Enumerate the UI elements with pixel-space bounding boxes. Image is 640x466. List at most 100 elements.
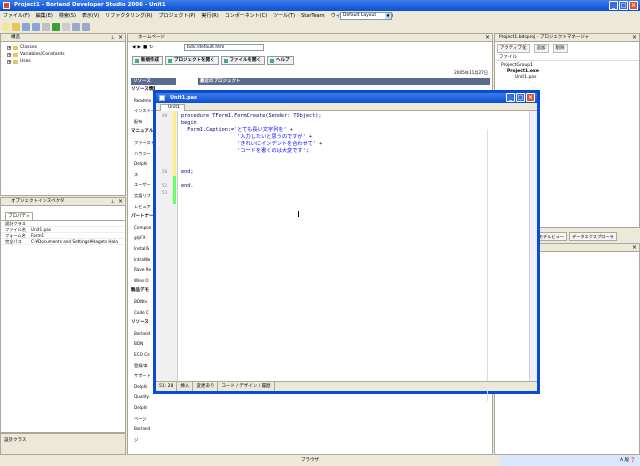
add-button[interactable]: 追加 [533, 44, 549, 53]
open-file-button[interactable]: ファイルを開く [220, 56, 265, 65]
change-bar-modified [173, 111, 176, 176]
help-button[interactable]: ヘルプ [267, 56, 294, 65]
menu-item[interactable]: コンポーネント(C) [222, 11, 270, 21]
property-value[interactable]: Form1 [31, 233, 125, 238]
refresh-icon[interactable]: ↻ [149, 43, 153, 52]
save-all-icon[interactable] [32, 22, 40, 31]
new-file-icon[interactable] [2, 22, 10, 31]
ime-icon[interactable]: A 般 ❓ [620, 458, 636, 463]
code-line[interactable]: end. [181, 183, 194, 190]
maximize-button[interactable]: □ [619, 1, 628, 10]
projmgr-node-unit[interactable]: Unit1.pas [515, 75, 536, 81]
structure-pane: 構造 ⊥ × + Classes + Variables/Constants + Uses [0, 33, 126, 196]
pin-icon[interactable]: ⊥ [111, 198, 115, 206]
tree-item[interactable]: + Variables/Constants [1, 51, 125, 58]
tree-item[interactable]: + Uses [1, 58, 125, 65]
code-line[interactable]: 'コードを書くのは大変です'; [181, 148, 309, 155]
resource-link[interactable]: Delphi [134, 404, 158, 411]
property-value[interactable] [31, 221, 125, 226]
editor-icon [159, 95, 165, 101]
close-icon[interactable]: × [632, 244, 637, 252]
back-icon[interactable]: ◀ [132, 43, 135, 52]
inspector-status-text: 設計クラス [4, 438, 27, 443]
resource-link[interactable]: Borland [134, 425, 158, 432]
close-button[interactable]: × [629, 1, 638, 10]
close-icon[interactable]: × [118, 198, 123, 206]
menu-item[interactable]: 実行(R) [198, 11, 221, 21]
activate-button[interactable]: アクティブ化 [497, 44, 530, 53]
expand-icon[interactable]: + [7, 52, 11, 57]
code-line[interactable]: end; [181, 169, 194, 176]
tree-item[interactable]: + Classes [1, 44, 125, 51]
code-token: end. [181, 183, 194, 189]
menu-item[interactable]: プロジェクト(P) [155, 11, 198, 21]
code-line[interactable]: Form1.Caption:='とても長い文字列を' + [181, 127, 293, 134]
section-subheading: リソース [131, 320, 149, 326]
resource-link[interactable]: ジ [134, 436, 158, 443]
property-value[interactable]: C:¥Documents and Settings¥Hagets Hala [31, 239, 125, 244]
menu-item[interactable]: ファイル(F) [0, 11, 33, 21]
change-bar-saved [173, 176, 176, 204]
expand-icon[interactable]: + [7, 45, 11, 50]
pause-icon[interactable] [62, 22, 70, 31]
menu-item[interactable]: リファクタリング(R) [102, 11, 155, 21]
save-icon[interactable] [22, 22, 30, 31]
open-project-button[interactable]: プロジェクトを開く [165, 56, 219, 65]
editor-minimize-button[interactable]: _ [506, 93, 515, 102]
menu-item[interactable]: 編集(E) [33, 11, 56, 21]
projmgr-file-header: ファイル [495, 54, 639, 61]
expand-icon[interactable]: + [7, 59, 11, 64]
code-line[interactable]: '入力したいと思うのですが' + [181, 134, 312, 141]
menu-item[interactable]: 表示(V) [79, 11, 102, 21]
code-line[interactable]: begin [181, 120, 197, 127]
code-line[interactable]: procedure TForm1.FormCreate(Sender: TObj… [181, 113, 322, 120]
projmgr-title: Project1.bdsproj - プロジェクトマネージャ [499, 35, 590, 40]
tab-model-view[interactable]: モデルビュー [535, 232, 567, 241]
property-row[interactable]: 完全パス C:¥Documents and Settings¥Hagets Hal… [1, 239, 125, 245]
menu-item[interactable]: 検索(S) [56, 11, 79, 21]
tab-data-explorer[interactable]: データエクスプローラ [568, 232, 617, 241]
minimize-button[interactable]: _ [609, 1, 618, 10]
welcome-date: 2005年11月27日 [454, 70, 488, 75]
open-folder-icon[interactable] [12, 22, 20, 31]
app-icon [3, 2, 10, 9]
tab-welcome[interactable]: ホームページ [138, 35, 165, 40]
line-number: 40 [162, 113, 168, 118]
address-input[interactable]: bds:/default.htm [184, 44, 264, 51]
code-token: procedure [181, 113, 210, 119]
object-inspector: オブジェクトインスペクタ ⊥ × プロパティ 設計クラス ファイル名 Unit1.p… [0, 197, 126, 433]
editor-maximize-button[interactable]: □ [516, 93, 525, 102]
close-icon[interactable]: × [632, 34, 637, 42]
code-area[interactable]: procedure TForm1.FormCreate(Sender: TObj… [178, 111, 537, 401]
tab-browser[interactable]: ブラウザ [301, 458, 319, 463]
resource-link[interactable]: Quality [134, 393, 158, 400]
cursor-position: 51: 28 [156, 382, 178, 391]
view-tabs[interactable]: コード / デザイン / 履歴 [218, 382, 275, 391]
close-icon[interactable]: × [118, 34, 123, 42]
step-over-icon[interactable] [72, 22, 80, 31]
tab-unit1[interactable]: Unit1 [160, 104, 186, 111]
trace-into-icon[interactable] [82, 22, 90, 31]
pin-icon[interactable]: ⊥ [111, 34, 115, 42]
code-line[interactable]: 'きれいにインデントを合わせて' + [181, 141, 322, 148]
editor-close-button[interactable]: × [526, 93, 535, 102]
menu-item[interactable]: StarTeam [298, 11, 327, 21]
remove-button[interactable]: 削除 [552, 44, 568, 53]
resource-link[interactable]: ページ [134, 415, 158, 422]
editor-vertical-scrollbar[interactable] [529, 111, 537, 381]
new-button[interactable]: 新規作成 [132, 56, 163, 65]
layout-select[interactable]: Default Layout ▼ [340, 12, 392, 20]
property-value[interactable]: Unit1.pas [31, 227, 125, 232]
code-editor-window: Unit1.pas _ □ × Unit1 40 50 52 53 procedure… [153, 90, 540, 401]
bottom-tab[interactable]: ブラウザ [127, 455, 493, 466]
run-icon[interactable] [52, 22, 60, 31]
forward-icon[interactable]: ▶ [137, 43, 140, 52]
code-token: Form1.Caption:= [181, 127, 235, 133]
stop-icon[interactable]: ■ [143, 43, 147, 52]
open-project-icon[interactable] [42, 22, 50, 31]
tab-properties[interactable]: プロパティ [5, 212, 34, 220]
menu-item[interactable]: ツール(T) [270, 11, 298, 21]
folder-icon [13, 59, 18, 64]
close-icon[interactable]: × [485, 34, 490, 42]
chevron-down-icon[interactable]: ▼ [385, 13, 391, 19]
